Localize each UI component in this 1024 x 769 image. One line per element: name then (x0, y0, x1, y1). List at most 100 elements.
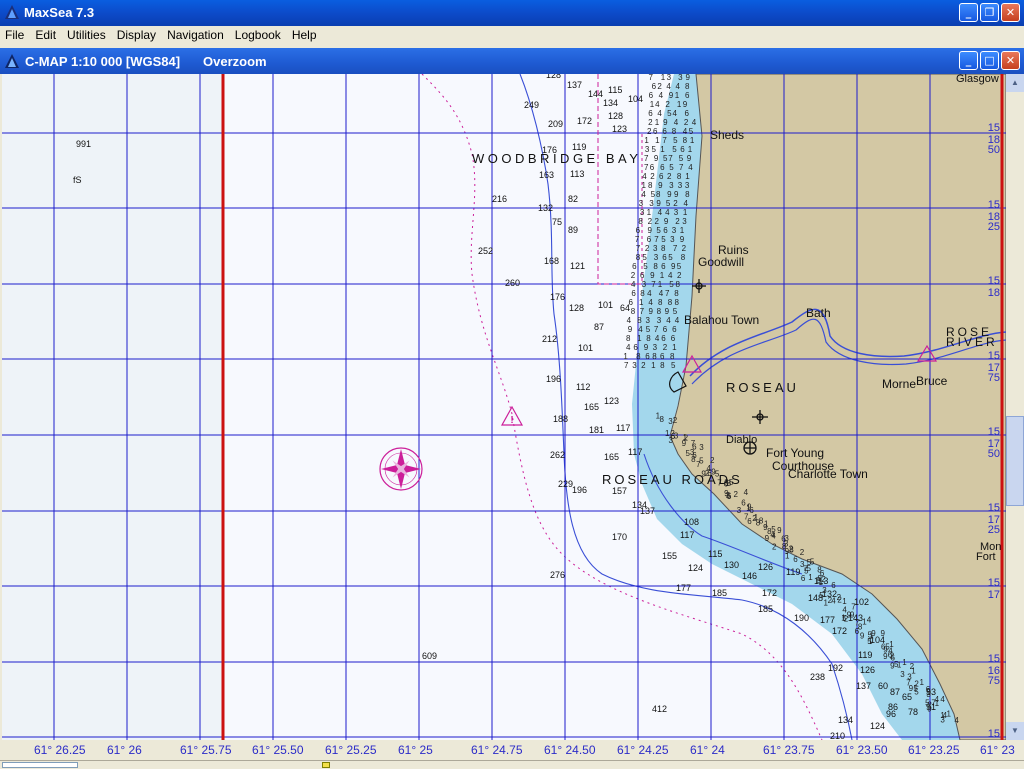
coastal-sounding-mark: 9 (656, 199, 661, 208)
menu-logbook[interactable]: Logbook (230, 26, 287, 42)
coastal-sounding-mark: 8 (676, 280, 681, 289)
depth-sounding: 188 (553, 414, 568, 424)
coastal-sounding-mark: 3 (642, 280, 647, 289)
chart-window-title-bar: C-MAP 1:10 000 [WGS84] Overzoom _ □ ✕ (0, 48, 1024, 74)
coastal-sounding-mark: 6 (633, 343, 638, 352)
coastal-sounding-mark: 3 (685, 181, 690, 190)
menu-file[interactable]: File (0, 26, 30, 42)
scroll-down-arrow-icon[interactable]: ▼ (1006, 722, 1024, 740)
coastal-sounding-mark: 1 (651, 361, 656, 370)
chart-minimize-button[interactable]: _ (959, 51, 978, 70)
depth-sounding: 65 (902, 692, 912, 702)
depth-sounding: 108 (684, 517, 699, 527)
coastal-sounding-mark: 4 (655, 334, 660, 343)
lat-label: 75 (988, 372, 1000, 384)
coastal-sounding-mark: 7 (654, 325, 659, 334)
coastal-sounding-mark: 6 (793, 555, 798, 564)
depth-sounding: 177 (676, 583, 691, 593)
lon-label: 61° 26.25 (34, 743, 86, 757)
coastal-sounding-mark: 3 (670, 235, 675, 244)
coastal-sounding-mark: 8 (674, 289, 679, 298)
maximize-icon: □ (984, 54, 995, 67)
coastal-sounding-mark: 8 (657, 307, 662, 316)
coastal-sounding-mark: 8 (653, 262, 658, 271)
coastal-sounding-mark: 6 (661, 334, 666, 343)
coastal-sounding-mark: 7 (644, 163, 649, 172)
coastal-sounding-mark: 2 (663, 343, 668, 352)
chart-close-button[interactable]: ✕ (1001, 51, 1020, 70)
depth-sounding: 262 (550, 450, 565, 460)
coastal-sounding-mark: 6 (631, 289, 636, 298)
minimize-icon: _ (965, 54, 972, 67)
depth-sounding: 168 (544, 256, 559, 266)
coastal-sounding-mark: 1 (920, 678, 925, 687)
depth-sounding: 128 (546, 74, 561, 80)
coastal-sounding-mark: 8 (638, 217, 643, 226)
lon-label: 61° 23.75 (763, 743, 815, 757)
coastal-sounding-mark: 5 (671, 361, 676, 370)
coastal-sounding-mark: 6 (831, 581, 836, 590)
coastal-sounding-mark: 7 (696, 460, 701, 469)
sheds-label: Sheds (710, 128, 744, 142)
fort-label: Fort (976, 551, 996, 563)
app-restore-button[interactable]: ❐ (980, 3, 999, 22)
coastal-sounding-mark: 2 (650, 172, 655, 181)
coastal-sounding-mark: 2 (684, 433, 689, 442)
depth-sounding: 172 (577, 116, 592, 126)
coastal-sounding-mark: 6 (662, 127, 667, 136)
depth-sounding: 185 (758, 604, 773, 614)
coastal-sounding-mark: 1 (647, 208, 652, 217)
depth-sounding: 412 (652, 704, 667, 714)
coastal-sounding-mark: 6 (652, 82, 657, 91)
coastal-sounding-mark: 5 (643, 262, 648, 271)
coastal-sounding-mark: 4 (692, 118, 697, 127)
depth-sounding: 101 (598, 300, 613, 310)
coastal-sounding-mark: 6 (629, 298, 634, 307)
lat-label: 15 (988, 502, 1000, 514)
menu-edit[interactable]: Edit (30, 26, 62, 42)
menu-utilities[interactable]: Utilities (62, 26, 112, 42)
restore-icon: ❐ (984, 6, 995, 19)
coastal-sounding-mark: 8 (640, 289, 645, 298)
coastal-sounding-mark: 9 (686, 74, 691, 82)
coastal-sounding-mark: 2 (645, 244, 650, 253)
menu-display[interactable]: Display (112, 26, 162, 42)
chart-vertical-scrollbar[interactable]: ▲ ▼ (1006, 74, 1024, 740)
depth-sounding: 119 (858, 650, 872, 660)
maxsea-logo-icon (5, 5, 19, 19)
roseau-label: ROSEAU (726, 380, 799, 395)
app-close-button[interactable]: ✕ (1001, 3, 1020, 22)
coastal-sounding-mark: 2 (675, 217, 680, 226)
app-minimize-button[interactable]: _ (959, 3, 978, 22)
nautical-chart-view[interactable]: ! 128 137 144 115 104 249 209 172 134 128 123 176 11… (2, 74, 1006, 740)
coastal-sounding-mark: 8 (670, 352, 675, 361)
scrollbar-thumb[interactable] (1006, 416, 1024, 506)
coastal-sounding-mark: 4 (683, 127, 688, 136)
river-label: RIVER (946, 335, 998, 349)
scroll-up-arrow-icon[interactable]: ▲ (1006, 74, 1024, 92)
coastal-sounding-mark: 3 (822, 586, 827, 595)
lon-label: 61° 23.50 (836, 743, 888, 757)
lat-label: 15 (988, 122, 1000, 134)
coastal-sounding-mark: 9 (667, 190, 672, 199)
coastal-sounding-mark: 4 (627, 316, 632, 325)
coastal-sounding-mark: 8 (685, 82, 690, 91)
depth-sounding: 165 (584, 402, 599, 412)
depth-sounding: 196 (572, 485, 587, 495)
chart-maximize-button[interactable]: □ (980, 51, 999, 70)
coastal-sounding-mark: 8 (660, 361, 665, 370)
lat-label: 15 (988, 577, 1000, 589)
coastal-sounding-mark: 9 (663, 118, 668, 127)
coastal-sounding-mark: 6 (747, 517, 752, 526)
menu-navigation[interactable]: Navigation (162, 26, 230, 42)
coastal-sounding-mark: 6 (685, 91, 690, 100)
coastal-sounding-mark: 8 (858, 623, 863, 632)
coastal-sounding-mark: 3 (737, 506, 742, 515)
coastal-sounding-mark: 1 (677, 100, 682, 109)
coastal-sounding-mark: 6 (663, 325, 668, 334)
coastal-sounding-mark: 1 (642, 181, 647, 190)
coastal-sounding-mark: 8 (652, 352, 657, 361)
menu-help[interactable]: Help (287, 26, 323, 42)
coastal-sounding-mark: 3 (699, 443, 704, 452)
close-icon: ✕ (1005, 54, 1016, 67)
